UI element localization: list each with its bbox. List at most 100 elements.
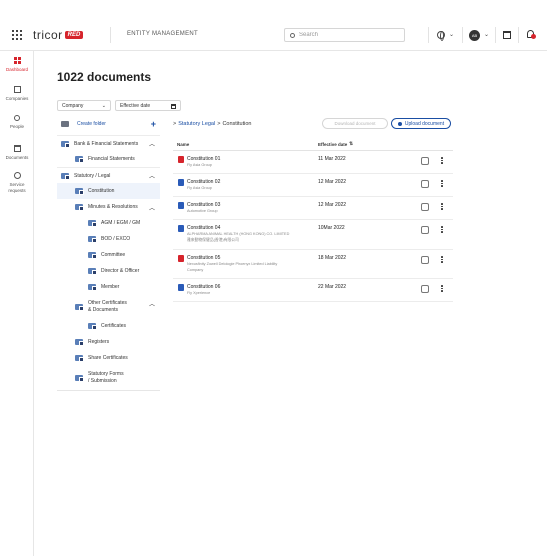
tree-item[interactable]: Share Certificates <box>57 350 160 366</box>
column-header-name[interactable]: Name <box>177 142 189 147</box>
breadcrumb-prefix: > <box>173 121 177 127</box>
divider <box>110 27 111 43</box>
tree-item[interactable]: Committee <box>57 247 160 263</box>
tree-item-selected[interactable]: Constitution <box>57 183 160 199</box>
people-icon <box>14 115 20 121</box>
divider <box>495 27 496 43</box>
tree-item-label: Other Certificates <box>88 300 127 306</box>
document-title[interactable]: Constitution 06 <box>187 284 220 290</box>
table-row[interactable]: Constitution 03 Automotive Group 12 Mar … <box>173 197 453 220</box>
document-title[interactable]: Constitution 05 <box>187 255 220 261</box>
tree-item-label: Financial Statements <box>88 156 135 162</box>
folder-icon <box>88 236 97 243</box>
more-options-icon[interactable] <box>441 285 443 293</box>
folder-tree: Create folder + Bank & Financial Stateme… <box>57 115 160 391</box>
nav-label: People <box>9 124 24 129</box>
word-doc-icon <box>178 284 184 291</box>
folder-icon <box>75 156 84 163</box>
divider <box>428 27 429 43</box>
more-options-icon[interactable] <box>441 226 443 234</box>
effective-date-filter[interactable]: Effective date <box>115 100 181 111</box>
more-options-icon[interactable] <box>441 180 443 188</box>
tree-item[interactable]: Minutes & Resolutions ︿ <box>57 199 160 215</box>
create-folder-link[interactable]: Create folder <box>77 121 106 127</box>
tree-item[interactable]: Other Certificates & Documents ︿ <box>57 297 160 317</box>
logo[interactable]: tricor RED <box>33 28 84 42</box>
effective-date-filter-label: Effective date <box>120 102 151 109</box>
page-title: 1022 documents <box>57 70 152 84</box>
calendar-icon[interactable] <box>503 31 511 39</box>
apps-grid-icon[interactable] <box>12 30 22 40</box>
document-title[interactable]: Constitution 04 <box>187 225 220 231</box>
document-title[interactable]: Constitution 01 <box>187 156 220 162</box>
tree-item[interactable]: Financial Statements <box>57 151 160 167</box>
table-row[interactable]: Constitution 06 Fly Xperience 22 Mar 202… <box>173 279 453 302</box>
search-input[interactable] <box>299 32 399 38</box>
more-options-icon[interactable] <box>441 157 443 165</box>
row-checkbox[interactable] <box>421 203 429 211</box>
tree-item-label: Committee <box>101 252 126 258</box>
nav-label: Service requests <box>8 182 26 193</box>
dashboard-icon <box>13 57 21 64</box>
chevron-up-icon[interactable]: ︿ <box>149 203 155 212</box>
plus-icon[interactable]: + <box>151 119 156 129</box>
nav-companies[interactable]: Companies <box>0 86 34 101</box>
document-title[interactable]: Constitution 03 <box>187 202 220 208</box>
row-checkbox[interactable] <box>421 256 429 264</box>
tree-item-label: BOD / EXCO <box>101 236 131 242</box>
tree-item[interactable]: Registers <box>57 334 160 350</box>
document-date: 11 Mar 2022 <box>318 156 346 162</box>
nav-dashboard[interactable]: Dashboard <box>0 57 34 72</box>
download-document-button[interactable]: Download document <box>322 118 388 129</box>
nav-people[interactable]: People <box>0 115 34 129</box>
tree-item[interactable]: AGM / EGM / GM <box>57 215 160 231</box>
tree-item[interactable]: BOD / EXCO <box>57 231 160 247</box>
table-header: Name Effective date ⇅ <box>173 139 453 151</box>
breadcrumb-parent-link[interactable]: Statutory Legal <box>178 121 215 127</box>
create-folder-row[interactable]: Create folder + <box>57 116 160 132</box>
chevron-up-icon[interactable]: ︿ <box>149 299 155 308</box>
table-row[interactable]: Constitution 04 ALPHARMA ANIMAL HEALTH (… <box>173 220 453 250</box>
word-doc-icon <box>178 225 184 232</box>
row-checkbox[interactable] <box>421 226 429 234</box>
chevron-down-icon[interactable]: ⌄ <box>449 31 454 38</box>
table-row[interactable]: Constitution 05 Nexusfinity Zowell Delol… <box>173 250 453 279</box>
nav-service-requests[interactable]: Service requests <box>0 172 34 194</box>
notification-badge <box>531 34 536 39</box>
upload-document-button[interactable]: Upload document <box>391 118 451 129</box>
more-options-icon[interactable] <box>441 256 443 264</box>
company-filter[interactable]: Company ⌄ <box>57 100 111 111</box>
tree-item[interactable]: Director & Officer <box>57 263 160 279</box>
tree-item[interactable]: Member <box>57 279 160 295</box>
sort-icon[interactable]: ⇅ <box>349 141 353 147</box>
chevron-down-icon[interactable]: ⌄ <box>484 31 489 38</box>
document-title[interactable]: Constitution 02 <box>187 179 220 185</box>
tree-item[interactable]: Statutory / Legal ︿ <box>57 167 160 183</box>
tree-item-label: Director & Officer <box>101 268 140 274</box>
folder-icon <box>61 140 70 148</box>
tree-item-label: Statutory Forms <box>88 371 124 377</box>
row-checkbox[interactable] <box>421 157 429 165</box>
search-box[interactable] <box>284 28 405 42</box>
tree-item[interactable]: Statutory Forms / Submission <box>57 368 160 388</box>
tree-item-label: Statutory / Legal <box>74 172 111 179</box>
tree-item-label: Member <box>101 284 120 290</box>
more-options-icon[interactable] <box>441 203 443 211</box>
nav-documents[interactable]: Documents <box>0 145 34 160</box>
column-header-date[interactable]: Effective date <box>318 142 347 147</box>
row-checkbox[interactable] <box>421 180 429 188</box>
table-row[interactable]: Constitution 01 Fly Asia Group 11 Mar 20… <box>173 151 453 174</box>
tree-item[interactable]: Certificates <box>57 318 160 334</box>
folder-icon <box>13 145 21 152</box>
table-row[interactable]: Constitution 02 Fly Asia Group 12 Mar 20… <box>173 174 453 197</box>
chevron-up-icon[interactable]: ︿ <box>149 171 155 180</box>
top-bar: tricor RED ENTITY MANAGEMENT ⌄ AB ⌄ <box>0 19 547 51</box>
tree-item[interactable]: Bank & Financial Statements ︿ <box>57 135 160 151</box>
row-checkbox[interactable] <box>421 285 429 293</box>
document-date: 12 Mar 2022 <box>318 179 347 185</box>
chevron-up-icon[interactable]: ︿ <box>149 139 155 148</box>
avatar[interactable]: AB <box>469 30 480 41</box>
pdf-icon <box>178 156 184 163</box>
document-date: 22 Mar 2022 <box>318 284 347 290</box>
globe-icon[interactable] <box>437 31 445 41</box>
